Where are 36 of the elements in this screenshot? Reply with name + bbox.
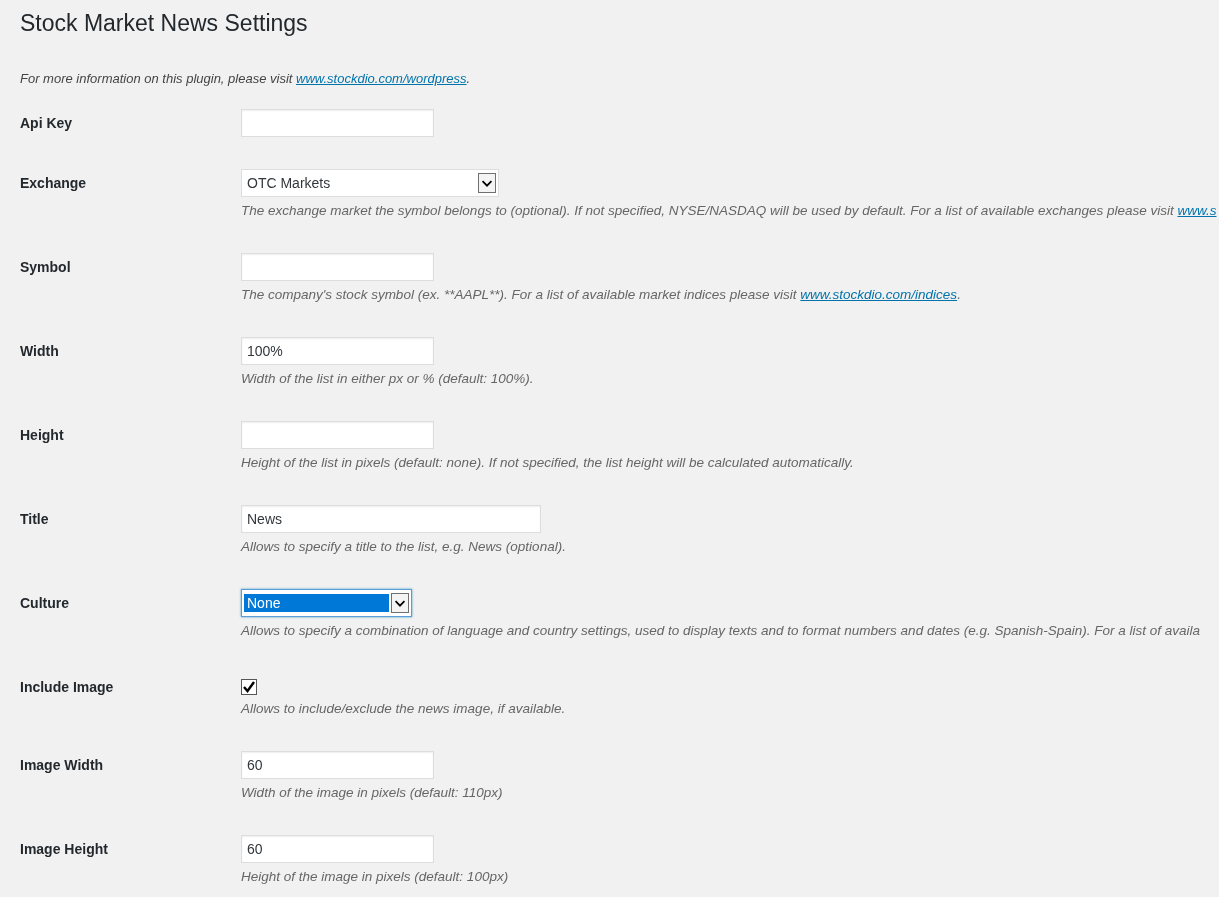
text-field[interactable]: News bbox=[241, 505, 541, 533]
field-label: Image Height bbox=[20, 840, 108, 859]
link[interactable]: www.stockdio.com/indices bbox=[800, 287, 958, 302]
field-label: Include Image bbox=[20, 678, 114, 695]
chevron-down-icon bbox=[478, 173, 496, 193]
intro-text: For more information on this plugin, please visit www.stockdio.com/wordpress. bbox=[20, 70, 472, 88]
text-field[interactable]: 60 bbox=[241, 835, 434, 863]
field-label: Symbol bbox=[20, 258, 71, 277]
link[interactable]: www.s bbox=[1177, 203, 1217, 218]
field-description: The company's stock symbol (ex. **AAPL**). For a list of available market indices please visit www.stockdio.com/indices. bbox=[241, 286, 961, 304]
field-description: Height of the image in pixels (default: 100px) bbox=[241, 868, 509, 886]
field-label: Api Key bbox=[20, 114, 73, 133]
chevron-down-icon bbox=[391, 593, 409, 613]
field-description: Allows to include/exclude the news image, if available. bbox=[241, 700, 566, 718]
field-label: Height bbox=[20, 426, 64, 445]
text-field[interactable] bbox=[241, 253, 434, 281]
field-description: Height of the list in pixels (default: none). If not specified, the list height will be calculated automatically. bbox=[241, 454, 854, 472]
link[interactable]: www.stockdio.com/wordpress bbox=[296, 71, 467, 86]
text-field[interactable]: 100% bbox=[241, 337, 434, 365]
dropdown[interactable]: None bbox=[241, 589, 412, 617]
field-label: Image Width bbox=[20, 756, 104, 775]
field-description: The exchange market the symbol belongs to (optional). If not specified, NYSE/NASDAQ will be used by default. For a list of available exchanges please visit www.s bbox=[241, 202, 1217, 220]
field-label: Exchange bbox=[20, 174, 87, 193]
text-field[interactable] bbox=[241, 109, 434, 137]
field-description: Allows to specify a title to the list, e.g. News (optional). bbox=[241, 538, 566, 556]
page-title: Stock Market News Settings bbox=[20, 9, 308, 38]
field-label: Width bbox=[20, 342, 59, 361]
field-description: Width of the list in either px or % (default: 100%). bbox=[241, 370, 534, 388]
dropdown[interactable]: OTC Markets bbox=[241, 169, 499, 197]
text-field[interactable] bbox=[241, 421, 434, 449]
field-label: Title bbox=[20, 510, 49, 529]
field-description: Allows to specify a combination of language and country settings, used to display texts and to format numbers and dates (e.g. Spanish-Spain). For a list of availa bbox=[241, 622, 1201, 640]
text-field[interactable]: 60 bbox=[241, 751, 434, 779]
field-label: Culture bbox=[20, 594, 69, 613]
checkbox[interactable] bbox=[241, 679, 257, 695]
field-description: Width of the image in pixels (default: 110px) bbox=[241, 784, 503, 802]
